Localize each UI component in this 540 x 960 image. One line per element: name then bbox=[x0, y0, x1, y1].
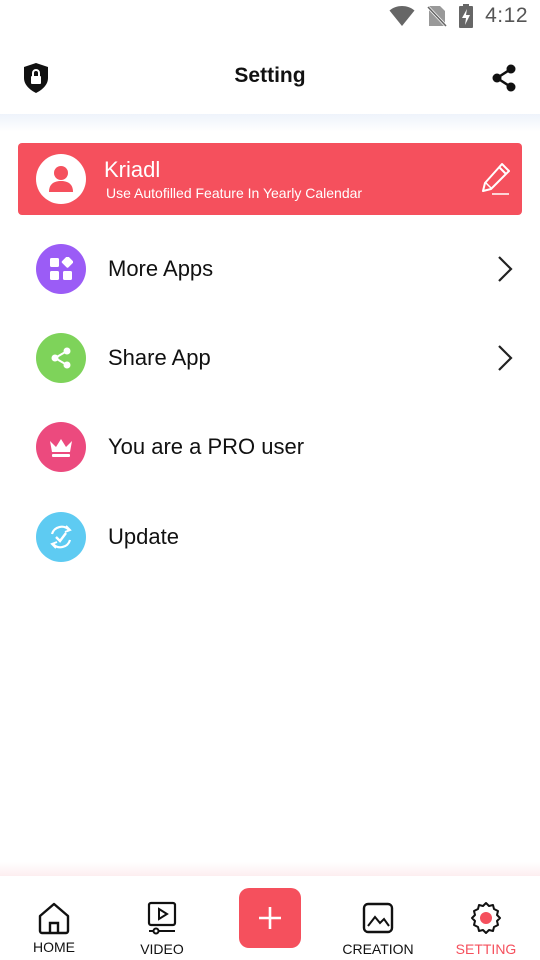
user-icon bbox=[49, 166, 73, 192]
image-icon bbox=[362, 902, 394, 934]
nav-item-setting[interactable]: SETTING bbox=[432, 876, 540, 960]
status-bar: 4:12 bbox=[0, 0, 540, 36]
no-sim-icon bbox=[427, 5, 448, 27]
profile-subtitle: Use Autofilled Feature In Yearly Calenda… bbox=[106, 185, 363, 201]
menu-item-share-app[interactable]: Share App bbox=[0, 322, 540, 394]
share-icon[interactable] bbox=[490, 62, 518, 94]
bottom-nav: HOME VIDEO CREATION SETTING bbox=[0, 876, 540, 960]
home-icon bbox=[38, 902, 70, 935]
share-app-icon-circle bbox=[36, 333, 86, 383]
battery-charging-icon bbox=[459, 4, 474, 28]
update-label: Update bbox=[108, 524, 179, 549]
nav-label-home: HOME bbox=[33, 939, 75, 955]
status-time: 4:12 bbox=[485, 4, 528, 27]
share-icon bbox=[51, 347, 71, 369]
update-check-icon bbox=[50, 525, 72, 549]
chevron-right-icon bbox=[498, 345, 513, 371]
status-icons: 4:12 bbox=[389, 4, 528, 28]
nav-item-creation[interactable]: CREATION bbox=[324, 876, 432, 960]
more-apps-icon-circle bbox=[36, 244, 86, 294]
page-title: Setting bbox=[234, 64, 306, 87]
pro-user-icon-circle bbox=[36, 422, 86, 472]
nav-item-home[interactable]: HOME bbox=[0, 876, 108, 960]
nav-label-setting: SETTING bbox=[455, 941, 517, 957]
app-bar-shadow bbox=[0, 114, 540, 132]
bottom-nav-shadow bbox=[0, 862, 540, 876]
gear-icon bbox=[471, 902, 501, 934]
profile-card[interactable]: Kriadl Use Autofilled Feature In Yearly … bbox=[18, 143, 522, 215]
update-icon-circle bbox=[36, 512, 86, 562]
menu-item-update[interactable]: Update bbox=[0, 501, 540, 573]
app-bar: Setting bbox=[0, 42, 540, 114]
chevron-right-icon bbox=[498, 256, 513, 282]
share-app-label: Share App bbox=[108, 345, 211, 370]
pro-user-label: You are a PRO user bbox=[108, 434, 305, 459]
plus-icon bbox=[259, 907, 281, 929]
avatar bbox=[36, 154, 86, 204]
nav-label-creation: CREATION bbox=[342, 941, 414, 957]
create-add-button[interactable] bbox=[239, 888, 301, 948]
video-icon bbox=[147, 901, 177, 935]
nav-item-video[interactable]: VIDEO bbox=[108, 876, 216, 960]
menu-item-pro-user[interactable]: You are a PRO user bbox=[0, 411, 540, 483]
more-apps-label: More Apps bbox=[108, 256, 214, 281]
profile-name: Kriadl bbox=[104, 157, 161, 182]
wifi-icon bbox=[389, 6, 415, 26]
crown-icon bbox=[50, 439, 72, 457]
apps-grid-icon bbox=[50, 257, 73, 280]
edit-pencil-icon[interactable] bbox=[480, 161, 512, 197]
nav-label-video: VIDEO bbox=[140, 941, 184, 957]
menu-item-more-apps[interactable]: More Apps bbox=[0, 233, 540, 305]
